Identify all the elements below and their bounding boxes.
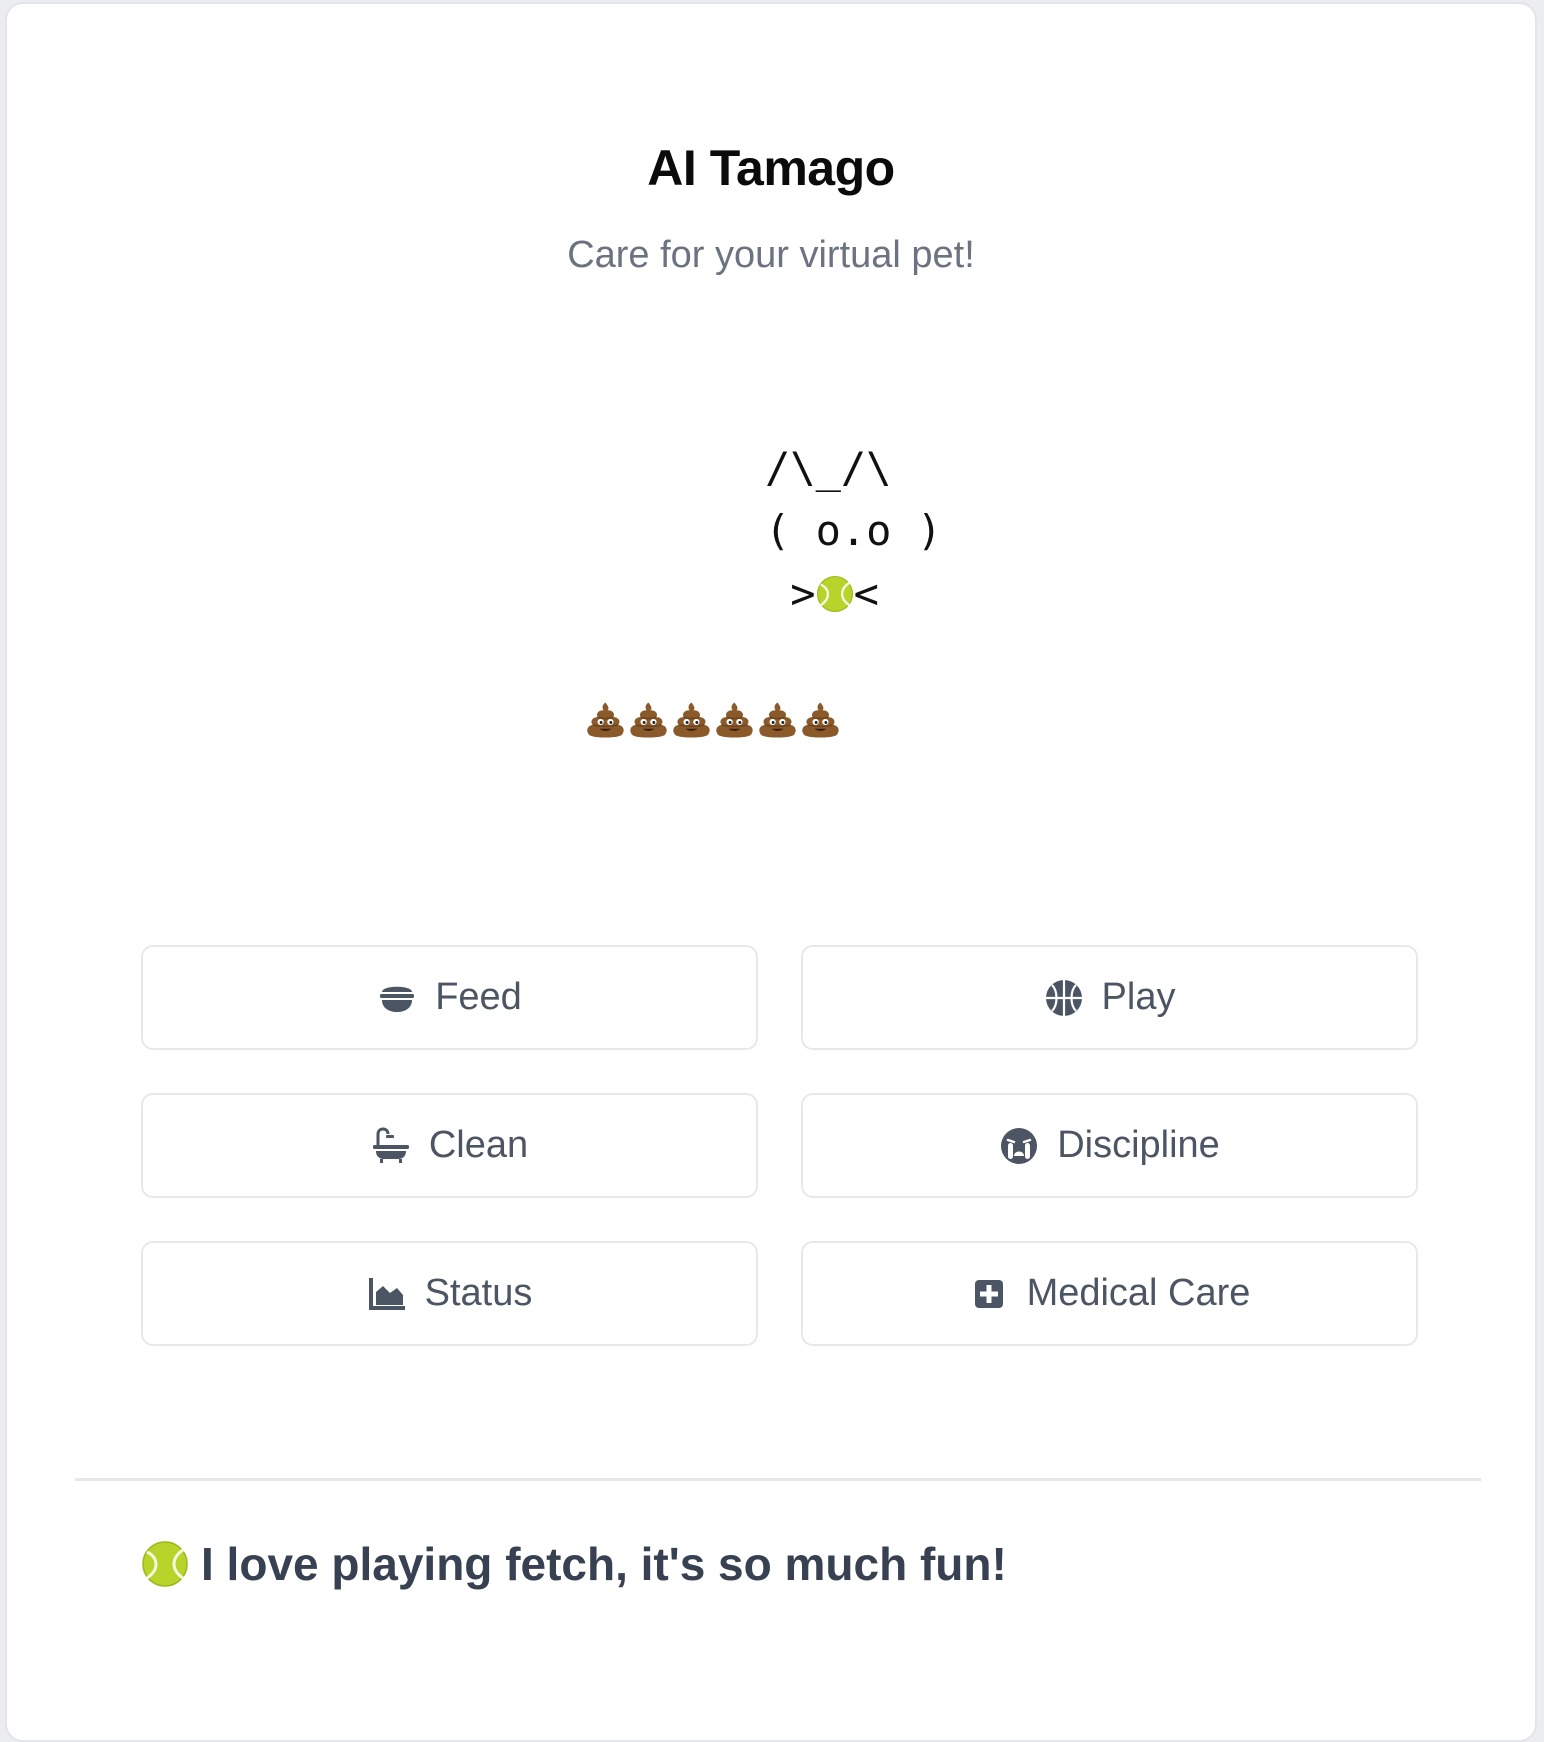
discipline-button[interactable]: Discipline — [801, 1093, 1418, 1198]
pet-face: ( o.o ) — [765, 506, 943, 555]
divider — [75, 1478, 1481, 1481]
status-button-label: Status — [424, 1272, 533, 1314]
pet-message-text: I love playing fetch, it's so much fun! — [201, 1538, 1007, 1590]
tennis-ball-icon — [816, 575, 854, 613]
medical-care-button-label: Medical Care — [1026, 1272, 1251, 1314]
clean-button-label: Clean — [428, 1124, 529, 1166]
pet-message: I love playing fetch, it's so much fun! — [141, 1537, 1007, 1591]
pet-ears: /\_/\ — [765, 443, 892, 492]
status-button[interactable]: Status — [141, 1241, 758, 1346]
pet-mouth-right: < — [853, 569, 879, 618]
bathtub-icon — [371, 1126, 411, 1166]
poop-icon — [672, 700, 711, 740]
medical-kit-icon — [969, 1274, 1009, 1314]
play-button-label: Play — [1101, 976, 1176, 1018]
poop-icon — [629, 700, 668, 740]
page-subtitle: Care for your virtual pet! — [567, 234, 975, 276]
clean-button[interactable]: Clean — [141, 1093, 758, 1198]
crying-face-icon — [999, 1126, 1039, 1166]
pet-ascii-art: /\_/\ ( o.o ) > < — [765, 436, 942, 625]
poop-row — [586, 700, 840, 740]
medical-care-button[interactable]: Medical Care — [801, 1241, 1418, 1346]
feed-button[interactable]: Feed — [141, 945, 758, 1050]
discipline-button-label: Discipline — [1057, 1124, 1220, 1166]
poop-icon — [586, 700, 625, 740]
action-buttons: Feed Play Clean Discipline Status Medica… — [141, 945, 1418, 1346]
pet-mouth-left: > — [790, 569, 816, 618]
poop-icon — [758, 700, 797, 740]
poop-icon — [715, 700, 754, 740]
area-chart-icon — [367, 1274, 407, 1314]
feed-button-label: Feed — [435, 976, 522, 1018]
play-button[interactable]: Play — [801, 945, 1418, 1050]
tennis-ball-icon — [141, 1540, 189, 1588]
bowl-icon — [377, 978, 417, 1018]
app-card: AI Tamago Care for your virtual pet! /\_… — [5, 2, 1537, 1742]
basketball-icon — [1044, 978, 1084, 1018]
page-title: AI Tamago — [647, 140, 895, 196]
poop-icon — [801, 700, 840, 740]
